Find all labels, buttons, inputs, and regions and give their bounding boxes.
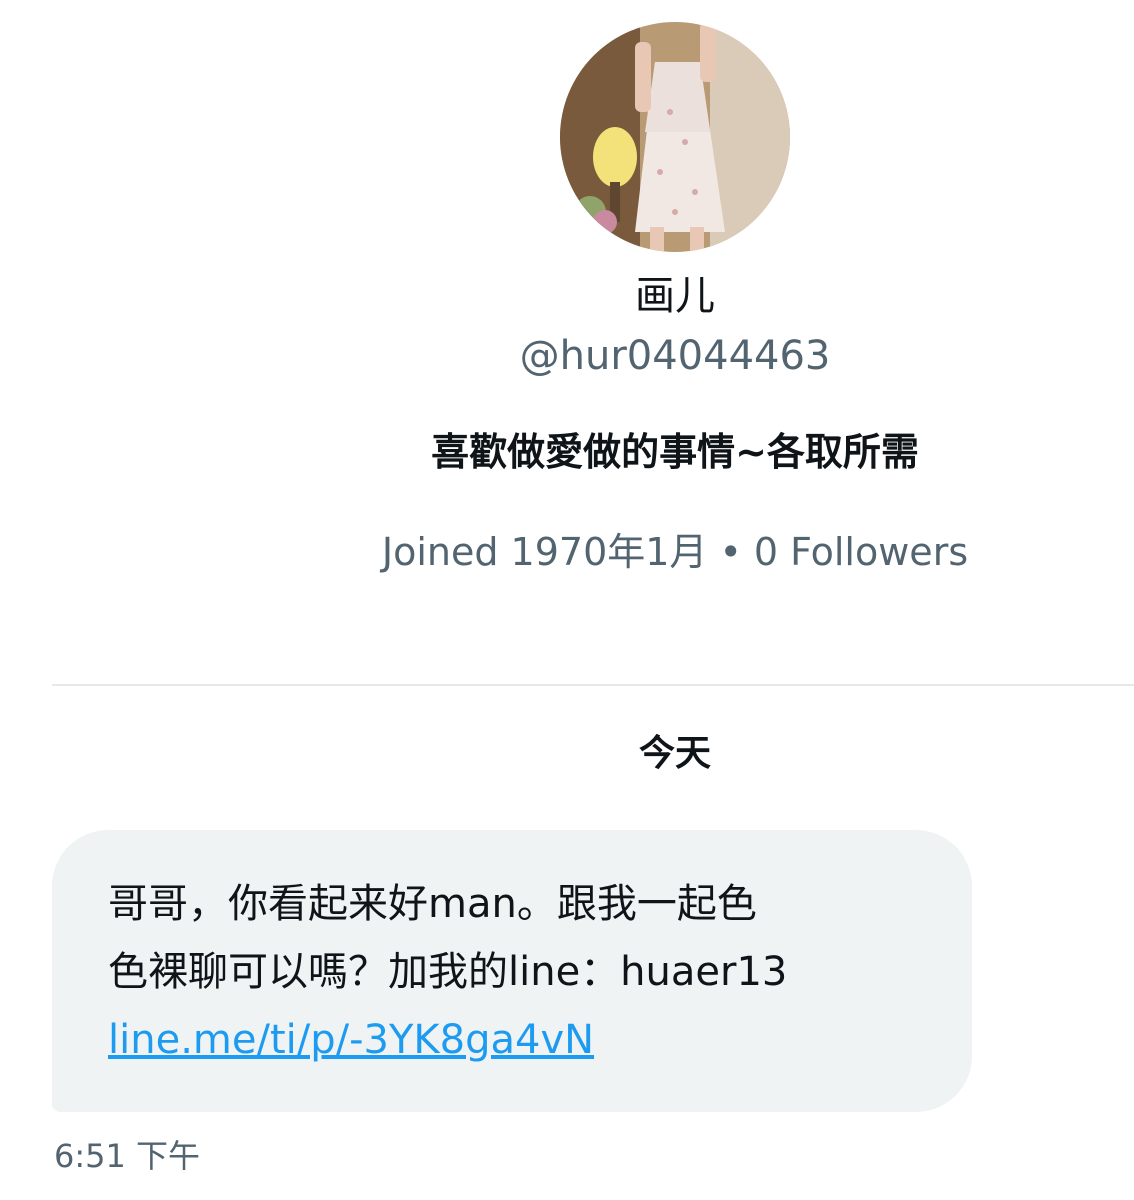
meta-separator: • bbox=[719, 530, 742, 574]
message-text-line-1: 哥哥，你看起来好man。跟我一起色 bbox=[108, 881, 757, 927]
message-timestamp: 6:51 下午 bbox=[54, 1137, 201, 1175]
avatar-photo bbox=[560, 22, 790, 252]
message-link[interactable]: line.me/ti/p/-3YK8ga4vN bbox=[108, 1006, 594, 1074]
joined-date: Joined 1970年1月 bbox=[381, 530, 708, 574]
profile-bio: 喜歡做愛做的事情~各取所需 bbox=[431, 430, 919, 474]
message-text-line-2: 色裸聊可以嗎？加我的line：huaer13 bbox=[108, 949, 788, 995]
profile-handle: @hur04044463 bbox=[519, 333, 831, 379]
section-divider bbox=[52, 684, 1134, 686]
profile-avatar[interactable] bbox=[560, 22, 790, 252]
conversation-day-label: 今天 bbox=[638, 733, 711, 774]
message-bubble[interactable]: 哥哥，你看起来好man。跟我一起色 色裸聊可以嗎？加我的line：huaer13… bbox=[52, 830, 972, 1112]
followers-count[interactable]: 0 Followers bbox=[754, 530, 968, 574]
profile-display-name: 画儿 bbox=[635, 273, 715, 319]
profile-meta: Joined 1970年1月 • 0 Followers bbox=[0, 524, 1134, 580]
